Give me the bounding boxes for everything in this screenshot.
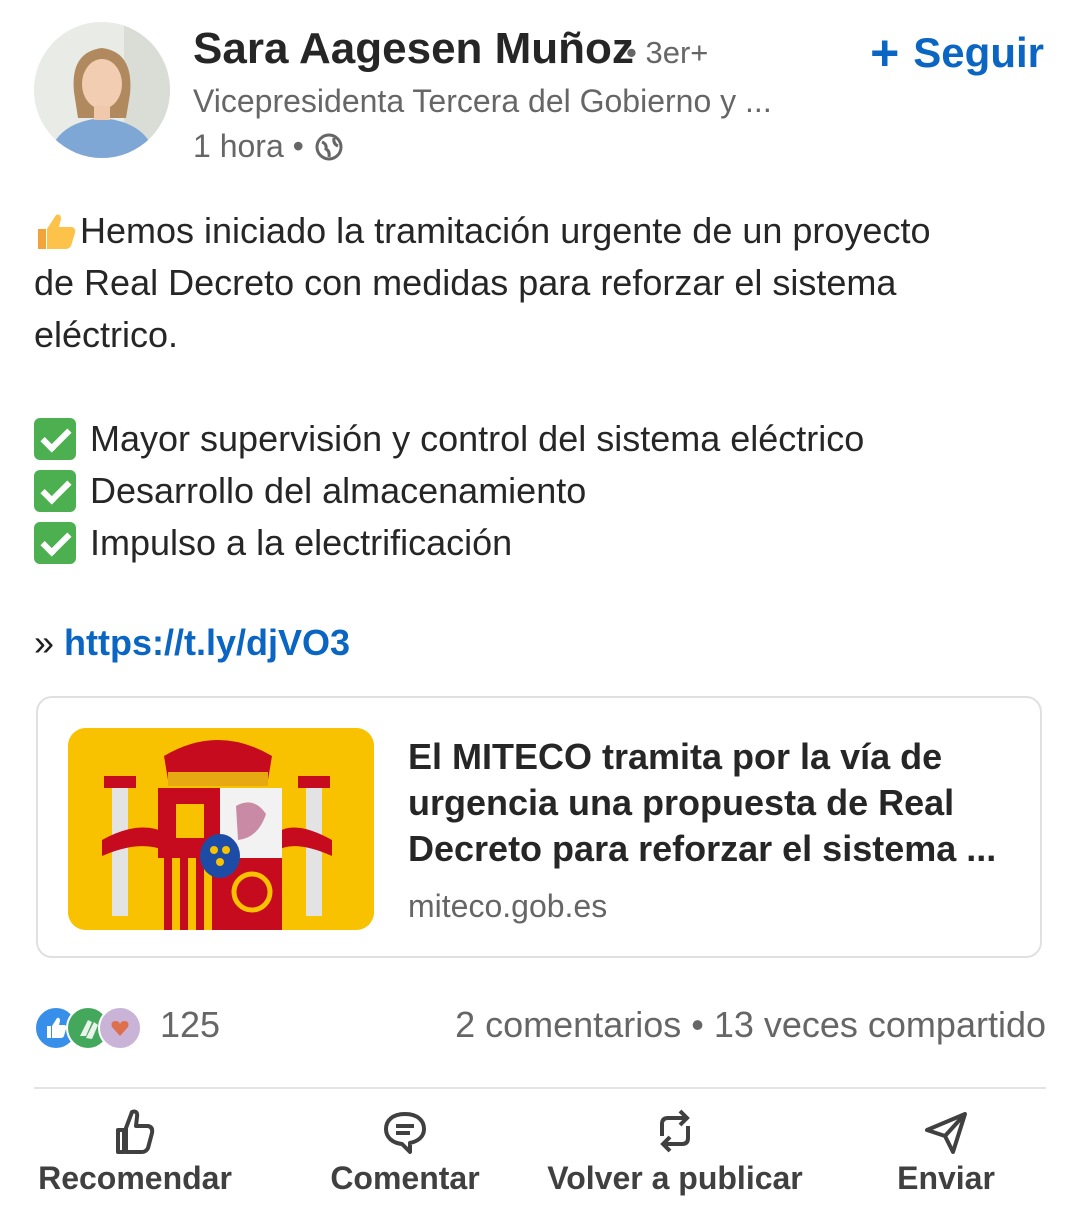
bullet-text: Impulso a la electrificación — [90, 522, 513, 563]
bullet-text: Desarrollo del almacenamiento — [90, 470, 587, 511]
post-intro-line: eléctrico. — [34, 314, 179, 355]
avatar[interactable] — [34, 22, 170, 158]
card-title-line: urgencia una propuesta de Real — [408, 782, 955, 823]
reaction-count[interactable]: 125 — [160, 1004, 220, 1046]
recommend-label: Recomendar — [38, 1160, 232, 1196]
reaction-icons[interactable] — [34, 1006, 142, 1050]
social-counts: 125 2 comentarios • 13 veces compartido — [34, 1002, 1046, 1052]
send-button[interactable]: Enviar — [897, 1100, 995, 1197]
card-domain: miteco.gob.es — [408, 888, 608, 924]
check-icon — [34, 418, 76, 460]
follow-button[interactable]: + Seguir — [870, 28, 1044, 78]
repost-icon — [660, 1109, 690, 1153]
author-name[interactable]: Sara Aagesen Muñoz — [193, 24, 634, 74]
comment-icon — [384, 1112, 426, 1154]
plus-icon: + — [870, 25, 900, 81]
comment-label: Comentar — [330, 1160, 480, 1196]
check-icon — [34, 522, 76, 564]
thumbs-up-outline-icon — [116, 1109, 155, 1154]
check-icon — [34, 470, 76, 512]
post-header: Sara Aagesen Muñoz • 3er+ Vicepresidenta… — [0, 0, 1080, 180]
repost-button[interactable]: Volver a publicar — [547, 1100, 803, 1197]
comments-shares-count[interactable]: 2 comentarios • 13 veces compartido — [455, 1004, 1046, 1046]
coat-of-arms-image — [68, 728, 374, 930]
bullet-text: Mayor supervisión y control del sistema … — [90, 418, 865, 459]
send-icon — [925, 1112, 967, 1154]
link-prefix: » — [34, 622, 55, 663]
post-link-line: » https://t.ly/djVO3 — [34, 622, 350, 664]
post-meta: 1 hora • — [193, 128, 344, 165]
bullet-item: Desarrollo del almacenamiento — [34, 465, 1044, 517]
bullet-item: Mayor supervisión y control del sistema … — [34, 413, 1044, 465]
post-intro-line: Hemos iniciado la tramitación urgente de… — [34, 205, 1044, 257]
repost-label: Volver a publicar — [547, 1160, 803, 1196]
card-title-line: Decreto para reforzar el sistema ... — [408, 828, 997, 869]
link-preview-card[interactable]: El MITECO tramita por la vía de urgencia… — [36, 696, 1042, 958]
send-label: Enviar — [897, 1160, 995, 1196]
card-title: El MITECO tramita por la vía de urgencia… — [408, 734, 1018, 872]
post-intro-text: Hemos iniciado la tramitación urgente de… — [80, 210, 931, 251]
thumbs-up-icon — [38, 214, 76, 249]
connection-degree: • 3er+ — [626, 35, 709, 70]
love-reaction-icon — [98, 1006, 142, 1050]
follow-label: Seguir — [913, 29, 1044, 76]
post-body: Hemos iniciado la tramitación urgente de… — [34, 205, 1044, 569]
recommend-button[interactable]: Recomendar — [38, 1100, 232, 1197]
divider — [34, 1087, 1046, 1089]
post-time: 1 hora • — [193, 128, 304, 164]
post-link[interactable]: https://t.ly/djVO3 — [64, 622, 350, 664]
comment-button[interactable]: Comentar — [330, 1100, 480, 1197]
bullet-item: Impulso a la electrificación — [34, 517, 1044, 569]
globe-icon — [315, 133, 343, 160]
author-headline: Vicepresidenta Tercera del Gobierno y ..… — [193, 83, 772, 119]
post-intro-line: de Real Decreto con medidas para reforza… — [34, 262, 897, 303]
card-title-line: El MITECO tramita por la vía de — [408, 736, 943, 777]
action-bar: Recomendar Comentar Volver a publicar En… — [0, 1100, 1080, 1210]
